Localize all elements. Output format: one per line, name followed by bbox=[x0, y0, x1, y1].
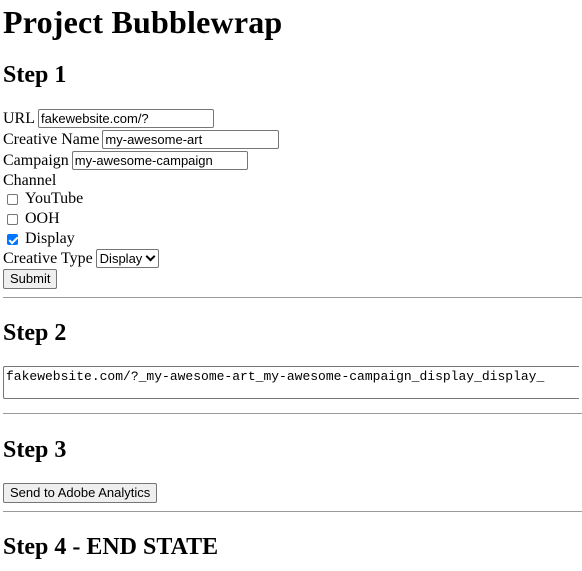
channel-label: Channel bbox=[3, 171, 57, 189]
ooh-label: OOH bbox=[25, 210, 60, 227]
url-row: URL bbox=[3, 108, 214, 129]
creative-type-select[interactable]: Display bbox=[95, 249, 160, 268]
submit-row: Submit bbox=[3, 268, 58, 289]
url-input[interactable] bbox=[38, 109, 214, 128]
channel-option-youtube[interactable]: YouTube bbox=[3, 189, 83, 209]
send-row: Send to Adobe Analytics bbox=[3, 482, 158, 503]
campaign-row: Campaign bbox=[3, 150, 248, 171]
campaign-input[interactable] bbox=[71, 151, 248, 170]
channel-label-row: Channel bbox=[3, 170, 59, 191]
ooh-checkbox[interactable] bbox=[7, 213, 18, 225]
creative-name-row: Creative Name bbox=[3, 129, 280, 150]
send-to-adobe-analytics-button[interactable]: Send to Adobe Analytics bbox=[3, 482, 158, 503]
creative-name-label: Creative Name bbox=[3, 130, 100, 148]
creative-name-input[interactable] bbox=[102, 130, 280, 149]
campaign-label: Campaign bbox=[3, 151, 69, 169]
step2-heading: Step 2 bbox=[3, 320, 67, 346]
display-checkbox[interactable] bbox=[7, 233, 18, 245]
youtube-label: YouTube bbox=[25, 190, 84, 207]
url-label: URL bbox=[3, 109, 35, 127]
chevron-down-icon bbox=[145, 251, 156, 262]
youtube-checkbox[interactable] bbox=[7, 193, 18, 205]
submit-button[interactable]: Submit bbox=[3, 268, 58, 289]
step3-heading: Step 3 bbox=[3, 437, 67, 463]
divider-1 bbox=[3, 297, 582, 298]
creative-type-label: Creative Type bbox=[3, 249, 93, 267]
page-title: Project Bubblewrap bbox=[3, 4, 283, 40]
divider-3 bbox=[3, 511, 582, 512]
creative-type-value: Display bbox=[99, 251, 143, 266]
step4-heading: Step 4 - END STATE bbox=[3, 534, 219, 560]
step1-heading: Step 1 bbox=[3, 62, 67, 88]
generated-url-output[interactable]: fakewebsite.com/?_my-awesome-art_my-awes… bbox=[3, 366, 579, 399]
creative-type-row: Creative Type Display bbox=[3, 248, 160, 269]
channel-option-ooh[interactable]: OOH bbox=[3, 209, 60, 229]
display-label: Display bbox=[25, 230, 75, 247]
divider-2 bbox=[3, 413, 582, 414]
channel-option-display[interactable]: Display bbox=[3, 229, 75, 249]
